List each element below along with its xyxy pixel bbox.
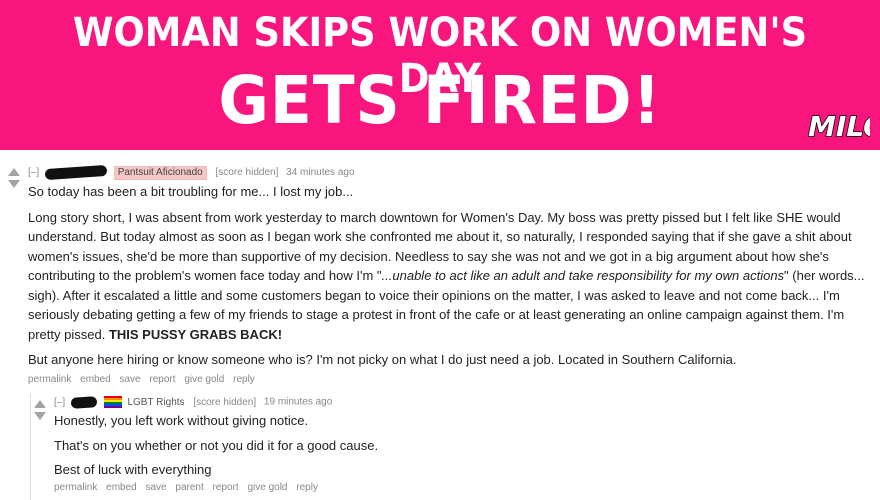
milo-logo-text: MILO (808, 110, 870, 143)
comment-1-actions: permalink embed save report give gold re… (28, 374, 261, 385)
collapse-toggle[interactable]: [–] (54, 397, 65, 408)
comment-1-first-line: So today has been a bit troubling for me… (28, 184, 354, 199)
user-flair: LGBT Rights (127, 396, 185, 408)
give-gold-link[interactable]: give gold (247, 482, 287, 493)
parent-link[interactable]: parent (175, 482, 203, 493)
comment-2-body: Honestly, you left work without giving n… (54, 411, 854, 486)
permalink-link[interactable]: permalink (28, 374, 71, 385)
headline-line-2: GETS FIRED! (218, 62, 662, 139)
reply-link[interactable]: reply (296, 482, 318, 493)
comment-2-tagline: [–] LGBT Rights [score hidden] 19 minute… (54, 395, 333, 409)
comment-2-line: That's on you whether or not you did it … (54, 437, 379, 453)
score-label: [score hidden] (215, 167, 279, 178)
headline-banner: WOMAN SKIPS WORK ON WOMEN'S DAY GETS FIR… (0, 0, 880, 150)
comment-2-line: Honestly, you left work without giving n… (54, 413, 309, 428)
quoted-words: ...unable to act like an adult and take … (381, 268, 785, 283)
downvote-arrow-icon[interactable] (34, 412, 46, 420)
comment-1-paragraph-2: But anyone here hiring or know someone w… (28, 352, 737, 367)
comment-1-body: So today has been a bit troubling for me… (28, 182, 878, 376)
timestamp: 19 minutes ago (263, 396, 333, 408)
upvote-arrow-icon[interactable] (34, 400, 46, 408)
comment-1-paragraph-1: Long story short, I was absent from work… (28, 208, 878, 345)
score-label: [score hidden] (193, 396, 257, 408)
comment-2-line: Best of luck with everything (54, 462, 212, 477)
comment-2-actions: permalink embed save parent report give … (54, 482, 324, 493)
timestamp: 34 minutes ago (286, 167, 355, 178)
redacted-username (44, 164, 108, 181)
collapse-toggle[interactable]: [–] (28, 167, 39, 178)
save-link[interactable]: save (146, 482, 167, 493)
milo-logo: MILO (807, 109, 870, 144)
give-gold-link[interactable]: give gold (184, 374, 224, 385)
comment-1-tagline: [–] Pantsuit Aficionado [score hidden] 3… (28, 164, 355, 181)
upvote-arrow-icon[interactable] (8, 168, 20, 176)
comment-1-votes (6, 168, 22, 188)
report-link[interactable]: report (149, 374, 175, 385)
user-flair: Pantsuit Aficionado (113, 166, 207, 180)
save-link[interactable]: save (120, 374, 141, 385)
comment-2-votes (32, 400, 48, 420)
redacted-username (70, 395, 98, 409)
downvote-arrow-icon[interactable] (8, 180, 20, 188)
reply-link[interactable]: reply (233, 374, 255, 385)
rainbow-flag-icon (103, 396, 122, 408)
permalink-link[interactable]: permalink (54, 482, 97, 493)
report-link[interactable]: report (213, 482, 239, 493)
bold-phrase: THIS PUSSY GRABS BACK! (108, 326, 283, 342)
comment-thread: [–] Pantsuit Aficionado [score hidden] 3… (0, 150, 880, 500)
embed-link[interactable]: embed (106, 482, 137, 493)
embed-link[interactable]: embed (80, 374, 111, 385)
child-indent-rule (30, 394, 31, 500)
